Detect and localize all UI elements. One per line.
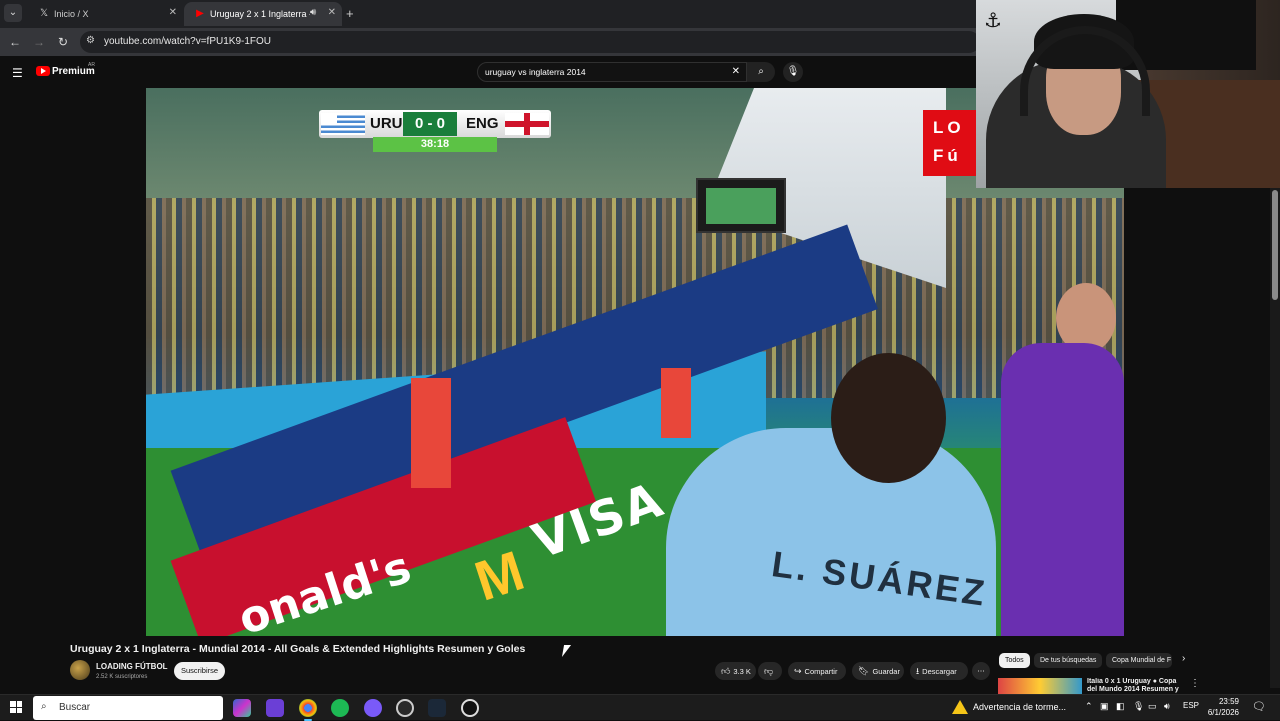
recommendation-title[interactable]: Italia 0 x 1 Uruguay ● Copa del Mundo 20… (1087, 678, 1187, 694)
share-label: Compartir (804, 667, 838, 676)
site-info-icon[interactable]: ⚙ (86, 35, 95, 46)
recommendation-thumbnail[interactable] (998, 678, 1082, 694)
more-vertical-icon[interactable]: ⋮ (1190, 678, 1200, 689)
clock-date[interactable]: 6/1/2026 (1201, 708, 1239, 717)
chip-todos[interactable]: Todos (999, 653, 1030, 668)
reload-icon[interactable]: ↻ (56, 35, 70, 49)
obs-icon[interactable] (396, 699, 414, 717)
share-button[interactable]: ↪ Compartir (788, 662, 846, 680)
new-tab-button[interactable]: + (346, 6, 354, 21)
thumbs-up-icon: 👍︎ (721, 666, 731, 676)
g-hub-icon[interactable] (461, 699, 479, 717)
weather-alert[interactable]: Advertencia de torme... (973, 702, 1066, 712)
video-title: Uruguay 2 x 1 Inglaterra - Mundial 2014 … (70, 643, 526, 655)
taskbar-search[interactable]: ⌕ Buscar (33, 696, 223, 720)
windows-start-icon[interactable] (10, 701, 22, 713)
like-button[interactable]: 👍︎ 3.3 K (715, 662, 756, 680)
clock-time[interactable]: 23:59 (1209, 697, 1239, 706)
x-logo-icon: 𝕏 (39, 8, 49, 19)
corsair-logo-icon: ⚓︎ (984, 10, 1002, 32)
subscribe-button[interactable]: Suscribirse (174, 662, 225, 680)
download-label: Descargar (922, 667, 957, 676)
speaker-icon[interactable]: 🔊︎ (310, 7, 316, 18)
close-tab-icon[interactable]: ✕ (169, 7, 177, 18)
dislike-button[interactable]: 👎︎ (758, 662, 782, 680)
channel-name[interactable]: LOADING FÚTBOL (96, 662, 168, 671)
score: 0 - 0 (403, 112, 457, 136)
region-code: AR (88, 62, 95, 68)
input-language[interactable]: ESP (1183, 701, 1199, 710)
player-head (831, 353, 946, 483)
steward-figure (661, 368, 691, 438)
england-flag-icon (505, 113, 549, 135)
tab-title: Inicio / X (54, 9, 89, 19)
microphone-icon[interactable]: 🎙︎ (1133, 701, 1144, 712)
windows-taskbar: ⌕ Buscar Advertencia de torme... ⌃ ▣ ◧ 🎙… (0, 694, 1280, 721)
search-input[interactable]: uruguay vs inglaterra 2014 ✕ (477, 62, 747, 82)
discord-icon[interactable] (364, 699, 382, 717)
youtube-icon: ▶ (196, 8, 204, 19)
more-actions-button[interactable]: ⋯ (972, 662, 990, 680)
webcam-overlay: ⚓︎ (976, 0, 1280, 188)
mouse-cursor-icon (561, 645, 572, 657)
close-tab-icon[interactable]: ✕ (328, 7, 336, 18)
match-clock: 38:18 (373, 137, 497, 152)
spotify-icon[interactable] (331, 699, 349, 717)
share-icon: ↪ (794, 666, 802, 676)
watermark-line-1: LO (933, 118, 965, 137)
epic-ea-app-icon[interactable] (233, 699, 251, 717)
chrome-icon[interactable] (299, 699, 317, 721)
stadium-screen (696, 178, 786, 233)
youtube-logo-icon[interactable] (36, 66, 50, 76)
chip-de-tus-busquedas[interactable]: De tus búsquedas (1034, 653, 1103, 668)
watermark-line-2: Fú (933, 146, 962, 165)
warning-icon[interactable] (952, 700, 968, 714)
microphone-icon[interactable]: 🎙︎ (783, 62, 803, 82)
chevron-up-icon[interactable]: ⌃ (1085, 701, 1093, 712)
download-button[interactable]: ⭳ Descargar (910, 662, 968, 680)
bookmark-icon: 🔖︎ (858, 666, 870, 676)
clear-search-icon[interactable]: ✕ (732, 66, 740, 77)
url-text: youtube.com/watch?v=fPU1K9-1FOU (104, 36, 272, 47)
steward-figure (411, 378, 451, 488)
forward-icon[interactable]: → (32, 35, 46, 49)
save-button[interactable]: 🔖︎ Guardar (852, 662, 904, 680)
uruguay-flag-icon (321, 113, 365, 135)
subscriber-count: 2.52 K suscriptores (96, 674, 148, 680)
like-count: 3.3 K (733, 667, 751, 676)
chevron-right-icon[interactable]: › (1182, 653, 1185, 664)
away-team: ENG (466, 115, 499, 132)
save-label: Guardar (872, 667, 900, 676)
back-icon[interactable]: ← (8, 35, 22, 49)
tray-app-icon[interactable]: ◧ (1116, 701, 1125, 712)
volume-icon[interactable]: 🔊︎ (1164, 701, 1170, 712)
search-icon: ⌕ (41, 701, 47, 712)
notifications-icon[interactable]: 🗨︎ (1252, 700, 1266, 713)
omnibox[interactable]: ⚙ youtube.com/watch?v=fPU1K9-1FOU (80, 31, 980, 53)
tab-youtube-video[interactable]: ▶ Uruguay 2 x 1 Inglaterra - M 🔊︎ ✕ (184, 2, 342, 26)
tray-app-icon[interactable]: ▣ (1100, 701, 1109, 712)
tab-title: Uruguay 2 x 1 Inglaterra - M (210, 9, 310, 19)
taskbar-search-placeholder: Buscar (59, 702, 91, 713)
channel-avatar[interactable] (70, 660, 90, 680)
folder-app-icon[interactable] (266, 699, 284, 717)
tab-x-home[interactable]: 𝕏 Inicio / X ✕ (28, 2, 183, 26)
more-icon: ⋯ (977, 666, 985, 675)
tab-search-menu-icon[interactable]: ⌄ (4, 4, 22, 22)
download-icon: ⭳ (916, 666, 920, 676)
home-team: URU (370, 115, 403, 132)
official-figure (1001, 343, 1124, 636)
chip-copa-mundial[interactable]: Copa Mundial de F (1106, 653, 1172, 668)
search-query: uruguay vs inglaterra 2014 (485, 67, 586, 77)
network-icon[interactable]: ▭ (1148, 701, 1157, 712)
thumbs-down-icon: 👎︎ (764, 666, 774, 676)
menu-icon[interactable]: ☰ (12, 66, 23, 80)
channel-watermark: LO Fú (923, 110, 983, 176)
steam-icon[interactable] (428, 699, 446, 717)
search-icon[interactable]: ⌕ (747, 62, 775, 82)
scrollbar-thumb[interactable] (1272, 190, 1278, 300)
